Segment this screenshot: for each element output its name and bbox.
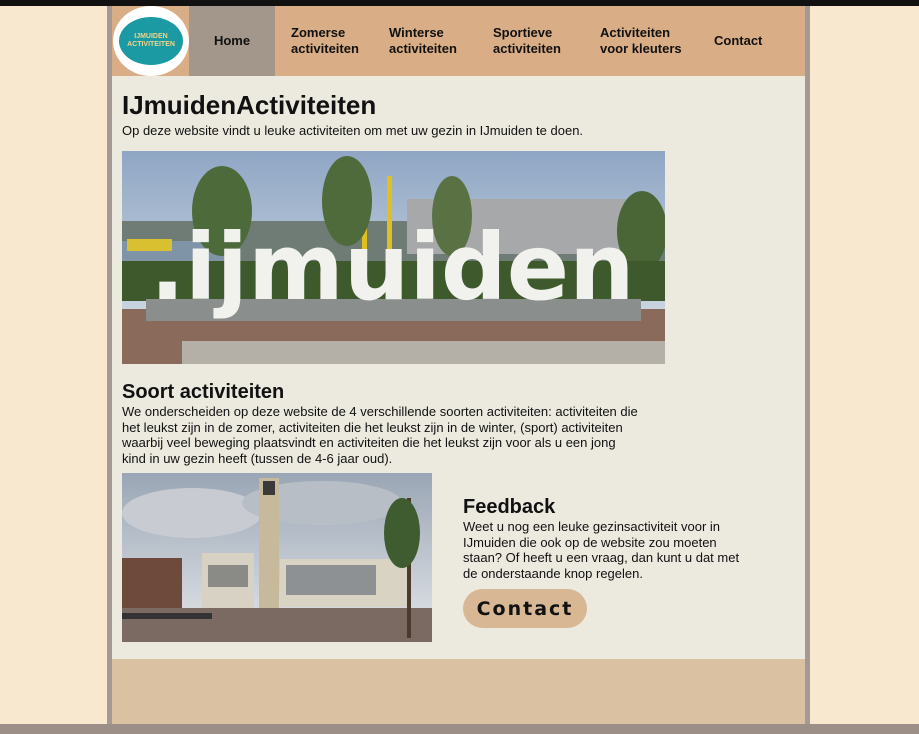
nav-item-activiteiten-voor-kleuters[interactable]: Activiteiten voor kleuters (588, 6, 700, 76)
page-title: IJmuidenActiviteiten (122, 90, 377, 120)
nav-label: activiteiten (389, 41, 457, 56)
nav-label: voor kleuters (600, 41, 682, 56)
intro-text: Op deze website vindt u leuke activiteit… (122, 123, 584, 139)
logo-badge: IJMUIDEN ACTIVITEITEN (119, 17, 183, 65)
main-navigation: IJMUIDEN ACTIVITEITEN Home Zomerse activ… (112, 6, 805, 76)
contact-button[interactable]: Contact (463, 589, 587, 628)
nav-item-winterse-activiteiten[interactable]: Winterse activiteiten (379, 6, 483, 76)
nav-item-home[interactable]: Home (189, 6, 275, 76)
nav-label: Home (213, 33, 251, 49)
nav-label: activiteiten (493, 41, 561, 56)
nav-label: Zomerse (291, 25, 346, 41)
window-bottom-edge (0, 724, 919, 734)
feedback-title: Feedback (463, 496, 556, 518)
logo[interactable]: IJMUIDEN ACTIVITEITEN (113, 6, 189, 76)
building-photo (122, 473, 432, 642)
nav-label: activiteiten (291, 41, 359, 56)
footer (112, 659, 805, 724)
logo-line-1: IJMUIDEN (134, 32, 168, 40)
intro-block: IJmuidenActiviteiten Op deze website vin… (122, 90, 583, 138)
nav-label: Activiteiten (600, 25, 671, 41)
nav-label: Sportieve (493, 25, 553, 41)
section-title: Soort activiteiten (122, 381, 285, 403)
nav-label: Winterse (389, 25, 444, 41)
nav-label: Contact (714, 33, 763, 49)
nav-item-zomerse-activiteiten[interactable]: Zomerse activiteiten (275, 6, 379, 76)
section-text: We onderscheiden op deze website de 4 ve… (122, 404, 638, 466)
hero-image-ijmuiden-sign: .ijmuiden (122, 151, 665, 364)
feedback-text: Weet u nog een leuke gezinsactiviteit vo… (463, 519, 740, 581)
nav-item-contact[interactable]: Contact (700, 6, 790, 76)
nav-item-sportieve-activiteiten[interactable]: Sportieve activiteiten (483, 6, 588, 76)
logo-line-2: ACTIVITEITEN (127, 41, 175, 48)
hero-sign-text: .ijmuiden (150, 214, 635, 321)
nav-items: Home Zomerse activiteiten Winterse activ… (189, 6, 790, 76)
page-frame: IJMUIDEN ACTIVITEITEN Home Zomerse activ… (107, 6, 810, 724)
